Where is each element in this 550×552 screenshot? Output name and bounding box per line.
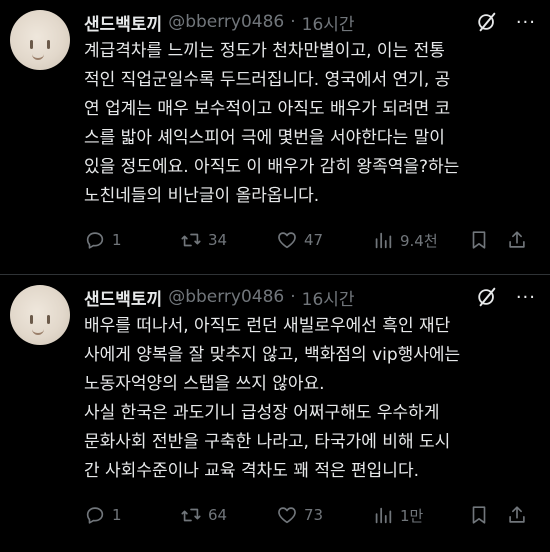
like-button[interactable]: 47 xyxy=(276,229,372,251)
retweet-count: 34 xyxy=(208,231,228,249)
reply-icon xyxy=(86,507,104,524)
tweet[interactable]: 샌드백토끼 @bberry0486 · 16시간 ··· 배우를 떠나서, 아직… xyxy=(0,274,550,552)
retweet-count: 64 xyxy=(208,506,228,524)
more-options-icon[interactable]: ··· xyxy=(516,287,536,308)
tweet[interactable]: 샌드백토끼 @bberry0486 · 16시간 ··· 계급격차를 느끼는 정… xyxy=(0,0,550,274)
views-count: 1만 xyxy=(400,506,424,525)
views-icon xyxy=(375,507,392,524)
author-name[interactable]: 샌드백토끼 xyxy=(84,285,162,310)
reply-count: 1 xyxy=(112,231,122,249)
bookmark-button[interactable] xyxy=(468,504,506,526)
reply-button[interactable]: 1 xyxy=(84,229,180,251)
tweet-actions: 1 34 47 9.4천 xyxy=(84,225,534,255)
bookmark-icon xyxy=(472,506,486,524)
bookmark-button[interactable] xyxy=(468,229,506,251)
tweet-text: 배우를 떠나서, 아직도 런던 새빌로우에선 흑인 재단 사에게 양복을 잘 맞… xyxy=(84,316,461,481)
like-button[interactable]: 73 xyxy=(276,504,372,526)
retweet-icon xyxy=(181,233,201,247)
retweet-icon xyxy=(181,508,201,522)
like-count: 73 xyxy=(304,506,324,524)
heart-icon xyxy=(278,507,296,524)
tweet-actions: 1 64 73 1만 xyxy=(84,500,534,530)
share-icon xyxy=(509,506,525,523)
heart-icon xyxy=(278,232,296,249)
tweet-header: 샌드백토끼 @bberry0486 · 16시간 ··· xyxy=(84,10,536,35)
tweet-text: 계급격차를 느끼는 정도가 천차만별이고, 이는 전통 적인 직업군일수록 두드… xyxy=(84,41,460,206)
reply-count: 1 xyxy=(112,506,122,524)
avatar[interactable] xyxy=(10,10,70,70)
tweet-header: 샌드백토끼 @bberry0486 · 16시간 ··· xyxy=(84,285,536,310)
reply-icon xyxy=(86,232,104,249)
separator-dot: · xyxy=(290,287,296,307)
separator-dot: · xyxy=(290,12,296,32)
author-handle[interactable]: @bberry0486 xyxy=(168,12,284,32)
reply-button[interactable]: 1 xyxy=(84,504,180,526)
retweet-button[interactable]: 34 xyxy=(180,229,276,251)
grok-icon[interactable] xyxy=(476,11,498,33)
share-icon xyxy=(509,231,525,248)
timestamp[interactable]: 16시간 xyxy=(302,285,355,310)
avatar[interactable] xyxy=(10,285,70,345)
views-button[interactable]: 1만 xyxy=(372,504,468,526)
more-options-icon[interactable]: ··· xyxy=(516,12,536,33)
author-name[interactable]: 샌드백토끼 xyxy=(84,10,162,35)
retweet-button[interactable]: 64 xyxy=(180,504,276,526)
views-button[interactable]: 9.4천 xyxy=(372,229,468,251)
grok-icon[interactable] xyxy=(476,286,498,308)
views-icon xyxy=(375,232,392,249)
timestamp[interactable]: 16시간 xyxy=(302,10,355,35)
share-button[interactable] xyxy=(506,229,528,251)
views-count: 9.4천 xyxy=(400,231,438,250)
author-handle[interactable]: @bberry0486 xyxy=(168,287,284,307)
like-count: 47 xyxy=(304,231,324,249)
share-button[interactable] xyxy=(506,504,528,526)
bookmark-icon xyxy=(472,231,486,249)
